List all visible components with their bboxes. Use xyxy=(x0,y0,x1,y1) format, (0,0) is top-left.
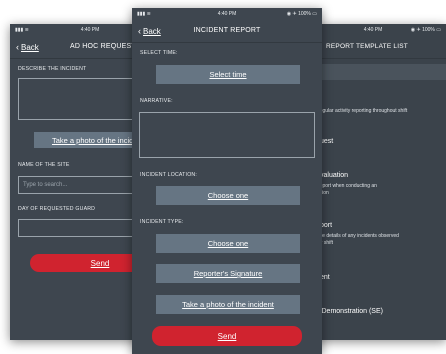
back-button[interactable]: ‹ Back xyxy=(16,42,39,52)
send-button[interactable]: Send xyxy=(152,326,302,346)
select-time-label: SELECT TIME: xyxy=(140,50,178,56)
chevron-left-icon: ‹ xyxy=(16,42,19,52)
battery-indicator: ◉ ✈ 100% ▭ xyxy=(410,27,441,33)
template-item-desc: report when conducting an ation xyxy=(318,183,377,196)
narrative-field[interactable] xyxy=(139,112,315,158)
page-title: INCIDENT REPORT xyxy=(193,27,261,34)
page-title: REPORT TEMPLATE LIST xyxy=(326,43,408,50)
incident-report-screen: ▮▮▮ ≋ 4:40 PM ◉ ✈ 100% ▭ ‹ Back INCIDENT … xyxy=(132,8,322,354)
incident-location-label: INCIDENT LOCATION: xyxy=(140,172,198,178)
battery-indicator: ◉ ✈ 100% ▭ xyxy=(286,11,317,17)
incident-type-select[interactable]: Choose one xyxy=(156,234,300,253)
incident-location-select[interactable]: Choose one xyxy=(156,186,300,205)
describe-incident-label: DESCRIBE THE INCIDENT xyxy=(18,66,87,72)
nav-bar: ‹ Back INCIDENT REPORT xyxy=(132,20,322,43)
requested-guard-label: DAY OF REQUESTED GUARD xyxy=(18,206,96,212)
status-bar: ▮▮▮ ≋ 4:40 PM ◉ ✈ 100% ▭ xyxy=(132,8,322,20)
site-name-label: NAME OF THE SITE xyxy=(18,162,70,168)
template-item-title: valuation xyxy=(320,172,349,179)
template-item-desc: the details of any incidents observed ur… xyxy=(318,233,399,246)
narrative-label: NARRATIVE: xyxy=(140,98,173,104)
select-time-button[interactable]: Select time xyxy=(156,65,300,84)
reporter-signature-button[interactable]: Reporter's Signature xyxy=(156,264,300,283)
incident-type-label: INCIDENT TYPE: xyxy=(140,219,184,225)
template-item-desc: regular activity reporting throughout sh… xyxy=(318,108,408,114)
take-photo-button[interactable]: Take a photo of the incident xyxy=(156,295,300,314)
template-item-title: l Demonstration (SE) xyxy=(318,308,383,315)
